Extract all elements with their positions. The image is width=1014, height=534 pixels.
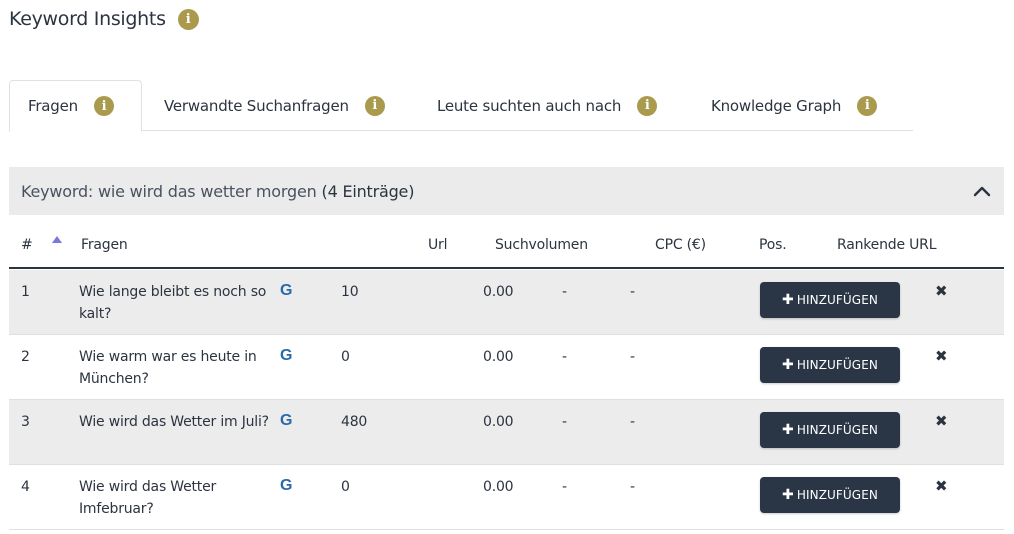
- close-icon[interactable]: ✖: [935, 282, 948, 300]
- add-button-label: HINZUFÜGEN: [796, 293, 878, 307]
- google-icon[interactable]: G: [280, 477, 292, 495]
- tab-fragen[interactable]: Fragen i: [9, 80, 142, 132]
- search-volume: 10: [341, 284, 359, 300]
- tab-bar: Fragen i Verwandte Suchanfragen i Leute …: [9, 80, 913, 132]
- column-header-rankende-url[interactable]: Rankende URL: [837, 237, 936, 253]
- column-header-url[interactable]: Url: [428, 237, 448, 253]
- add-button-label: HINZUFÜGEN: [796, 358, 878, 372]
- info-icon[interactable]: i: [857, 95, 878, 116]
- add-button-label: HINZUFÜGEN: [796, 423, 878, 437]
- search-volume: 0: [341, 479, 350, 495]
- position-value: -: [562, 349, 567, 365]
- close-icon[interactable]: ✖: [935, 347, 948, 365]
- column-header-number[interactable]: #: [21, 237, 33, 253]
- cpc-value: 0.00: [483, 414, 514, 430]
- page-title: Keyword Insights: [9, 8, 166, 30]
- question-text: Wie wird das Wetter Imfebruar?: [79, 479, 217, 517]
- entry-count: (4 Einträge): [321, 181, 415, 201]
- search-volume: 0: [341, 349, 350, 365]
- question-text: Wie wird das Wetter im Juli?: [79, 414, 269, 430]
- search-volume: 480: [341, 414, 368, 430]
- keyword-panel-header[interactable]: Keyword: wie wird das wetter morgen (4 E…: [9, 167, 1004, 215]
- tab-verwandte-suchanfragen[interactable]: Verwandte Suchanfragen i: [142, 80, 417, 131]
- plus-icon: ✚: [782, 422, 794, 438]
- info-icon[interactable]: i: [177, 8, 199, 30]
- position-value: -: [562, 479, 567, 495]
- ranking-url-value: -: [630, 479, 635, 495]
- info-icon[interactable]: i: [93, 96, 114, 116]
- add-button[interactable]: ✚ HINZUFÜGEN: [760, 412, 900, 448]
- plus-icon: ✚: [782, 357, 794, 373]
- table-row: 2 Wie warm war es heute in München? G 0 …: [9, 335, 1004, 400]
- tab-label: Knowledge Graph: [710, 96, 842, 115]
- close-icon[interactable]: ✖: [935, 477, 948, 495]
- plus-icon: ✚: [782, 292, 794, 308]
- position-value: -: [562, 414, 567, 430]
- row-number: 4: [21, 479, 30, 495]
- row-number: 1: [21, 284, 30, 300]
- page-header: Keyword Insights i: [9, 5, 199, 33]
- cpc-value: 0.00: [483, 284, 514, 300]
- google-icon[interactable]: G: [280, 347, 292, 365]
- chevron-up-icon[interactable]: [972, 181, 992, 201]
- table-row: 4 Wie wird das Wetter Imfebruar? G 0 0.0…: [9, 465, 1004, 530]
- tab-label: Leute suchten auch nach: [436, 96, 622, 115]
- cpc-value: 0.00: [483, 479, 514, 495]
- tab-label: Fragen: [28, 97, 78, 115]
- row-number: 2: [21, 349, 30, 365]
- ranking-url-value: -: [630, 349, 635, 365]
- ranking-url-value: -: [630, 414, 635, 430]
- table-row: 1 Wie lange bleibt es noch so kalt? G 10…: [9, 270, 1004, 335]
- table-header: # Fragen Url Suchvolumen CPC (€) Pos. Ra…: [9, 228, 1004, 269]
- question-text: Wie lange bleibt es noch so kalt?: [79, 284, 267, 322]
- keyword-label: Keyword: wie wird das wetter morgen: [21, 181, 317, 201]
- plus-icon: ✚: [782, 487, 794, 503]
- column-header-cpc[interactable]: CPC (€): [655, 237, 706, 253]
- google-icon[interactable]: G: [280, 282, 292, 300]
- table-row: 3 Wie wird das Wetter im Juli? G 480 0.0…: [9, 400, 1004, 465]
- add-button[interactable]: ✚ HINZUFÜGEN: [760, 477, 900, 513]
- add-button[interactable]: ✚ HINZUFÜGEN: [760, 347, 900, 383]
- sort-ascending-icon[interactable]: [52, 236, 62, 243]
- column-header-pos[interactable]: Pos.: [759, 237, 787, 253]
- row-number: 3: [21, 414, 30, 430]
- tab-leute-suchten-auch-nach[interactable]: Leute suchten auch nach i: [417, 80, 692, 131]
- info-icon[interactable]: i: [637, 95, 658, 116]
- column-header-fragen[interactable]: Fragen: [81, 237, 128, 253]
- close-icon[interactable]: ✖: [935, 412, 948, 430]
- add-button-label: HINZUFÜGEN: [796, 488, 878, 502]
- add-button[interactable]: ✚ HINZUFÜGEN: [760, 282, 900, 318]
- tab-label: Verwandte Suchanfragen: [163, 96, 349, 115]
- ranking-url-value: -: [630, 284, 635, 300]
- position-value: -: [562, 284, 567, 300]
- question-text: Wie warm war es heute in München?: [79, 349, 257, 387]
- google-icon[interactable]: G: [280, 412, 292, 430]
- column-header-suchvolumen[interactable]: Suchvolumen: [495, 237, 588, 253]
- tab-knowledge-graph[interactable]: Knowledge Graph i: [692, 80, 878, 131]
- cpc-value: 0.00: [483, 349, 514, 365]
- info-icon[interactable]: i: [364, 95, 385, 116]
